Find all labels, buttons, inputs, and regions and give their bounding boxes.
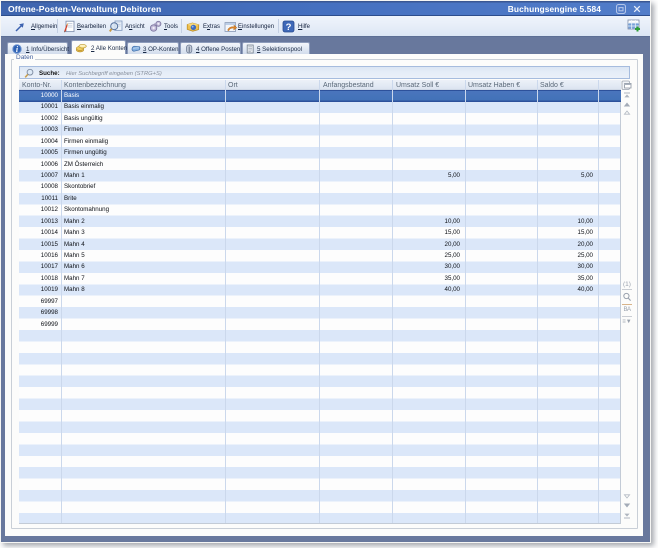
- svg-text:?: ?: [286, 22, 292, 33]
